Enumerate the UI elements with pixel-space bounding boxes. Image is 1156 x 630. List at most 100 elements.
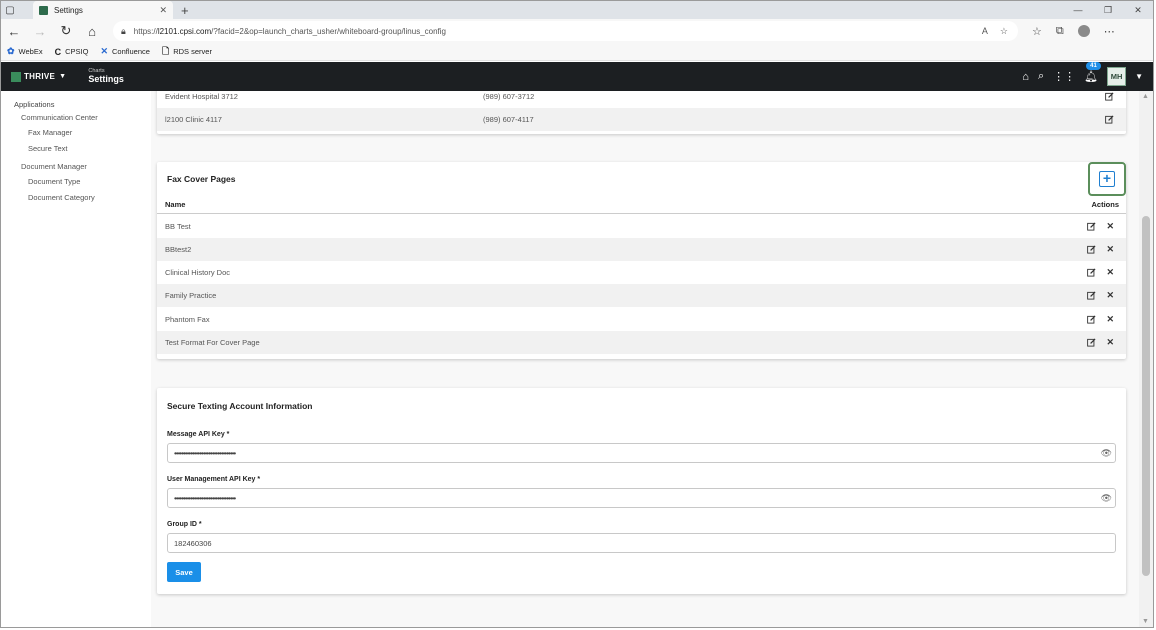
page-scrollbar[interactable]: ▲ ▼ — [1139, 91, 1153, 627]
edit-icon[interactable] — [1087, 245, 1096, 254]
delete-icon[interactable]: ✕ — [1106, 338, 1114, 347]
cpsiq-icon: C — [54, 46, 62, 57]
chevron-down-icon: ▼ — [59, 73, 67, 80]
cover-page-name: BBtest2 — [165, 245, 192, 254]
table-row: BB Test ✕ — [157, 215, 1126, 238]
restore-icon[interactable]: ❐ — [1093, 5, 1123, 16]
chevron-down-icon[interactable]: ▼ — [1135, 72, 1143, 81]
message-api-key-label: Message API Key * — [167, 431, 230, 438]
cover-page-name: BB Test — [165, 222, 191, 231]
cover-page-name: Test Format For Cover Page — [165, 338, 260, 347]
profile-avatar-icon[interactable] — [1077, 25, 1090, 37]
read-aloud-icon[interactable]: A — [982, 26, 988, 37]
cover-page-name: Clinical History Doc — [165, 268, 231, 277]
sidebar-item-secure-text[interactable]: Secure Text — [28, 144, 67, 153]
edit-icon[interactable] — [1087, 222, 1096, 231]
scroll-up-icon[interactable]: ▲ — [1142, 93, 1149, 100]
fax-cover-pages-card: Fax Cover Pages + Name Actions BB Test ✕… — [157, 162, 1126, 359]
bookmarks-bar: ✿ WebEx C CPSIQ ✕ Confluence 🗋︎ RDS serv… — [1, 43, 1153, 61]
secure-texting-card: Secure Texting Account Information Messa… — [157, 388, 1126, 594]
user-management-api-key-field[interactable]: •••••••••••••••••••••••••••••••••• 👁︎ — [167, 488, 1116, 508]
url-path: /?facid=2&op=launch_charts_usher/whitebo… — [211, 26, 446, 36]
bookmark-label: WebEx — [18, 47, 43, 56]
notifications-button[interactable]: 🔔︎ 41 — [1084, 62, 1101, 83]
url-host: l2101.cpsi.com — [157, 26, 212, 36]
tab-title: Settings — [54, 5, 83, 15]
add-fax-cover-button[interactable]: + — [1088, 162, 1126, 196]
sidebar-group-communication-center[interactable]: Communication Center — [21, 113, 98, 122]
table-row: Clinical History Doc ✕ — [157, 261, 1126, 284]
delete-icon[interactable]: ✕ — [1106, 268, 1114, 277]
brand-menu[interactable]: THRIVE ▼ — [11, 71, 67, 82]
header-divider — [157, 213, 1126, 214]
scroll-down-icon[interactable]: ▼ — [1142, 618, 1149, 625]
webex-icon: ✿ — [7, 46, 15, 56]
edit-icon[interactable] — [1087, 338, 1096, 347]
refresh-icon[interactable]: ↻ — [53, 23, 79, 39]
sidebar-item-document-type[interactable]: Document Type — [28, 177, 80, 186]
minimize-icon[interactable]: — — [1063, 5, 1093, 16]
location-phone: (989) 607-3712 — [483, 92, 535, 101]
brand-name: THRIVE — [24, 72, 56, 81]
bell-icon: 🔔︎ — [1084, 71, 1099, 83]
user-management-api-key-value: •••••••••••••••••••••••••••••••••• — [174, 493, 236, 503]
tab-close-icon[interactable]: ✕ — [159, 5, 167, 16]
apps-grid-icon[interactable]: ⋮⋮ — [1053, 70, 1075, 83]
table-row: Test Format For Cover Page ✕ — [157, 331, 1126, 354]
edit-icon[interactable] — [1105, 115, 1114, 124]
module-title: Charts Settings — [88, 69, 124, 84]
new-tab-button[interactable]: + — [181, 3, 189, 18]
cover-page-name: Phantom Fax — [165, 315, 210, 324]
save-button[interactable]: Save — [167, 562, 201, 582]
bookmark-webex[interactable]: ✿ WebEx — [7, 46, 43, 57]
eye-icon[interactable]: 👁︎ — [1101, 448, 1112, 459]
group-id-field[interactable]: 182460306 — [167, 533, 1116, 553]
eye-icon[interactable]: 👁︎ — [1101, 493, 1112, 504]
plus-icon: + — [1099, 171, 1115, 187]
user-avatar[interactable]: MH — [1107, 67, 1127, 86]
bookmark-cpsiq[interactable]: C CPSIQ — [55, 47, 89, 57]
table-row: Phantom Fax ✕ — [157, 308, 1126, 331]
delete-icon[interactable]: ✕ — [1106, 315, 1114, 324]
browser-tab[interactable]: Settings ✕ — [33, 1, 173, 19]
forward-icon[interactable]: → — [27, 24, 53, 39]
home-icon[interactable]: ⌂ — [1022, 71, 1029, 83]
sidebar-item-fax-manager[interactable]: Fax Manager — [28, 128, 72, 137]
page-title: Settings — [88, 73, 124, 84]
window-menu-icon[interactable]: ▢ — [1, 1, 19, 19]
table-row: l2100 Clinic 4117 (989) 607-4117 — [157, 108, 1126, 131]
delete-icon[interactable]: ✕ — [1106, 291, 1114, 300]
edit-icon[interactable] — [1087, 291, 1096, 300]
back-icon[interactable]: ← — [1, 24, 27, 39]
url-field[interactable]: 🔒︎ https://l2101.cpsi.com/?facid=2&op=la… — [113, 21, 1018, 41]
title-bar: ▢ Settings ✕ + — ❐ ✕ — [1, 1, 1153, 19]
delete-icon[interactable]: ✕ — [1106, 245, 1114, 254]
search-icon[interactable]: ⌕ — [1038, 70, 1044, 83]
notification-badge: 41 — [1086, 62, 1101, 70]
collections-icon[interactable]: ⧉ — [1056, 25, 1064, 38]
edit-icon[interactable] — [1087, 315, 1096, 324]
url-prefix: https:// — [133, 26, 158, 36]
window-controls: — ❐ ✕ — [1063, 5, 1153, 16]
scrollbar-thumb[interactable] — [1142, 216, 1150, 576]
close-window-icon[interactable]: ✕ — [1123, 5, 1153, 16]
add-favorite-icon[interactable]: ☆ — [1000, 26, 1008, 37]
home-icon[interactable]: ⌂ — [79, 24, 105, 39]
table-row: BBtest2 ✕ — [157, 238, 1126, 261]
main-content: Evident Hospital 3712 (989) 607-3712 l21… — [151, 91, 1139, 627]
edit-icon[interactable] — [1087, 268, 1096, 277]
edit-icon[interactable] — [1105, 92, 1114, 101]
sidebar-group-document-manager[interactable]: Document Manager — [21, 162, 87, 171]
group-id-label: Group ID * — [167, 521, 202, 528]
user-management-api-key-label: User Management API Key * — [167, 476, 261, 483]
delete-icon[interactable]: ✕ — [1106, 222, 1114, 231]
bookmark-confluence[interactable]: ✕ Confluence — [100, 46, 150, 57]
sidebar-item-document-category[interactable]: Document Category — [28, 193, 95, 202]
favorites-icon[interactable]: ☆ — [1032, 25, 1042, 38]
lock-icon[interactable]: 🔒︎ — [121, 26, 126, 37]
message-api-key-field[interactable]: •••••••••••••••••••••••••••••••••• 👁︎ — [167, 443, 1116, 463]
bookmark-label: RDS server — [173, 47, 212, 56]
more-menu-icon[interactable]: ⋯ — [1104, 25, 1115, 38]
sidebar-root-applications[interactable]: Applications — [14, 100, 54, 109]
bookmark-rds-server[interactable]: 🗋︎ RDS server — [162, 44, 212, 60]
